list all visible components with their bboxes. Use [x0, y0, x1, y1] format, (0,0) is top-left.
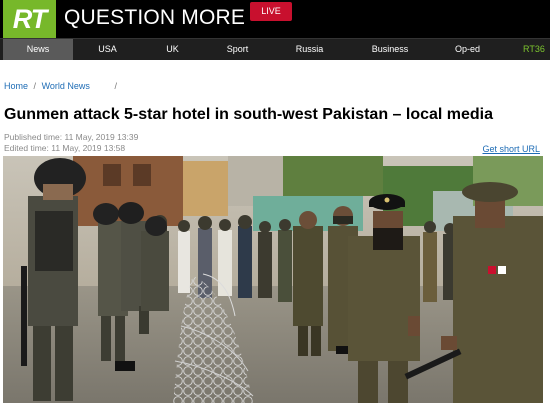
tagline: QUESTION MORE [64, 6, 246, 29]
breadcrumb-separator: / [114, 81, 117, 91]
live-button[interactable]: LIVE [250, 2, 292, 21]
breadcrumb-world-news[interactable]: World News [42, 81, 90, 91]
nav-item-uk[interactable]: UK [150, 39, 195, 60]
nav-item-usa[interactable]: USA [85, 39, 130, 60]
nav-item-news[interactable]: News [3, 39, 73, 60]
breadcrumb-separator: / [33, 81, 37, 91]
edited-time: Edited time: 11 May, 2019 13:58 [4, 143, 126, 153]
get-short-url-link[interactable]: Get short URL [482, 143, 540, 155]
article-title: Gunmen attack 5-star hotel in south-west… [4, 106, 494, 123]
security-forces-photo [3, 156, 543, 403]
nav-item-sport[interactable]: Sport [215, 39, 260, 60]
breadcrumb-home[interactable]: Home [4, 81, 28, 91]
published-time: Published time: 11 May, 2019 13:39 [4, 132, 139, 142]
nav-item-oped[interactable]: Op-ed [445, 39, 490, 60]
nav-item-business[interactable]: Business [364, 39, 416, 60]
article-photo[interactable] [3, 156, 543, 403]
rt-logo[interactable]: RT [3, 0, 56, 38]
top-header: RT QUESTION MORE LIVE [0, 0, 550, 38]
main-nav: News USA UK Sport Russia Business Op-ed … [0, 38, 550, 60]
nav-item-rt360[interactable]: RT36 [523, 39, 550, 60]
nav-item-russia[interactable]: Russia [287, 39, 332, 60]
breadcrumb: Home / World News / [4, 80, 120, 92]
